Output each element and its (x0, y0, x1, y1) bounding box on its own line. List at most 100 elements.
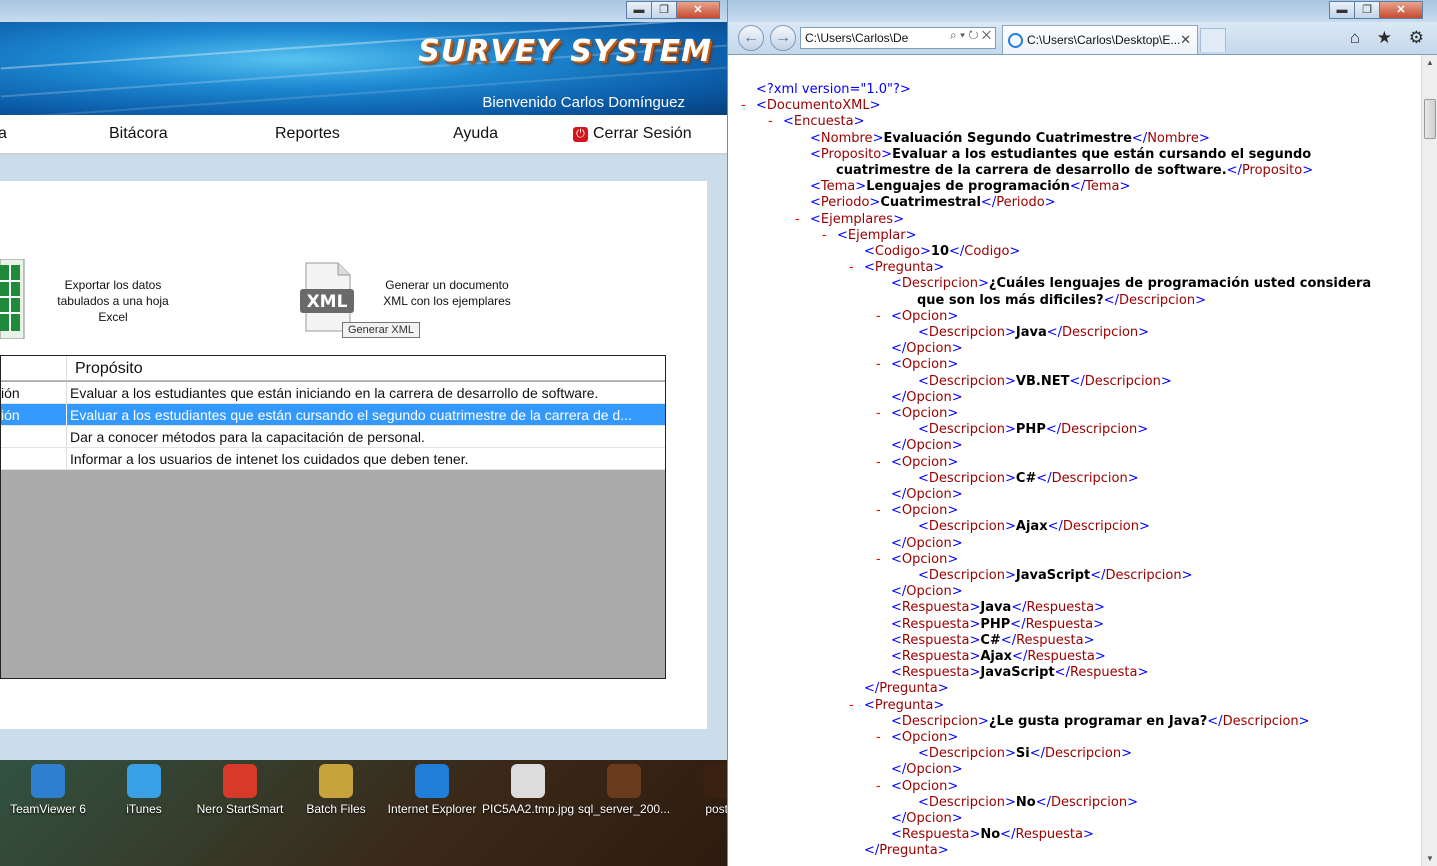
desktop-app-icon (607, 764, 641, 798)
desktop-app-icon (31, 764, 65, 798)
xml-export-label[interactable]: Generar un documento XML con los ejempla… (376, 277, 518, 309)
cell-nombre: ión (1, 385, 20, 401)
desktop-icon-label: Internet Explorer (387, 802, 477, 816)
menu-item-bitacora[interactable]: Bitácora (109, 125, 168, 143)
xml-line: <Opcion> (891, 357, 959, 373)
xml-line: <Pregunta> (864, 697, 945, 713)
menu-item-encuesta[interactable]: a (0, 125, 7, 143)
collapse-toggle-icon[interactable]: - (876, 309, 881, 325)
new-tab-button[interactable] (1200, 28, 1226, 52)
collapse-toggle-icon[interactable]: - (876, 552, 881, 568)
xml-line: <Respuesta>PHP</Respuesta> (891, 616, 1105, 632)
scroll-down-icon[interactable]: ▼ (1422, 851, 1437, 866)
welcome-text: Bienvenido Carlos Domínguez (482, 94, 685, 111)
desktop-icon[interactable]: sql_server_200... (578, 762, 670, 822)
maximize-button[interactable]: ❐ (651, 1, 677, 19)
content-panel: Exportar los datos tabulados a una hoja … (0, 181, 707, 729)
collapse-toggle-icon[interactable]: - (741, 98, 746, 114)
desktop-icon[interactable]: TeamViewer 6 (2, 762, 94, 822)
address-bar[interactable]: C:\Users\Carlos\De ⌕ ▾ ↻ ✕ (800, 27, 996, 49)
collapse-toggle-icon[interactable]: - (822, 228, 827, 244)
table-row[interactable]: Informar a los usuarios de intenet los c… (1, 448, 665, 470)
cell-proposito: Evaluar a los estudiantes que están inic… (70, 385, 599, 401)
xml-line: <Descripcion>Java</Descripcion> (918, 325, 1150, 340)
vertical-scrollbar[interactable]: ▲ ▼ (1421, 55, 1437, 866)
column-header-proposito[interactable]: Propósito (75, 360, 143, 378)
collapse-toggle-icon[interactable]: - (768, 114, 773, 130)
collapse-toggle-icon[interactable]: - (876, 406, 881, 422)
collapse-toggle-icon[interactable]: - (849, 698, 854, 714)
collapse-toggle-icon[interactable]: - (876, 730, 881, 746)
menu-item-logout[interactable]: ⏻ Cerrar Sesión (573, 125, 692, 143)
xml-line: </Opcion> (891, 389, 963, 405)
xml-line: </Opcion> (891, 341, 963, 357)
browser-minimize-button[interactable]: ▬ (1329, 1, 1355, 19)
desktop-icon[interactable]: Batch Files (290, 762, 382, 822)
xml-line: </Opcion> (891, 438, 963, 454)
collapse-toggle-icon[interactable]: - (795, 212, 800, 228)
back-arrow-icon[interactable]: ← (738, 25, 764, 51)
forward-arrow-icon[interactable]: → (770, 25, 796, 51)
table-row[interactable]: ión Evaluar a los estudiantes que están c… (1, 404, 665, 426)
menu-bar: a Bitácora Reportes Ayuda ⏻ Cerrar Sesión (0, 115, 730, 155)
xml-line: <Opcion> (891, 308, 959, 324)
close-button[interactable]: ✕ (676, 1, 720, 19)
xml-line: <Codigo>10</Codigo> (864, 244, 1021, 259)
xml-line: <Opcion> (891, 406, 959, 421)
table-row[interactable]: ión Evaluar a los estudiantes que están i… (1, 382, 665, 404)
desktop-icon[interactable]: iTunes (98, 762, 190, 822)
minimize-button[interactable]: ▬ (626, 1, 652, 19)
app-title: SURVEY SYSTEM (418, 34, 712, 69)
desktop-icon[interactable]: Nero StartSmart (194, 762, 286, 822)
scroll-up-icon[interactable]: ▲ (1422, 55, 1437, 71)
desktop-icon[interactable]: PIC5AA2.tmp.jpg (482, 762, 574, 822)
xml-line: <Ejemplar> (837, 227, 917, 243)
collapse-toggle-icon[interactable]: - (876, 357, 881, 373)
app-titlebar[interactable]: ▬ ❐ ✕ (0, 0, 738, 22)
xml-line: <Respuesta>Java</Respuesta> (891, 600, 1105, 616)
xml-line: <Ejemplares> (810, 211, 904, 227)
browser-tab[interactable]: C:\Users\Carlos\Desktop\E... ✕ (1002, 25, 1198, 54)
xml-line: <Descripcion>JavaScript</Descripcion> (918, 568, 1193, 583)
cell-nombre: ión (1, 407, 20, 423)
xml-line: que son los más dificiles?</Descripcion> (917, 292, 1206, 308)
content-white-area: Exportar los datos tabulados a una hoja … (0, 181, 707, 729)
xml-line: <Opcion> (891, 454, 959, 470)
xml-line: </Pregunta> (864, 681, 949, 697)
xml-line: <Encuesta> (783, 114, 865, 130)
browser-toolbar-icons[interactable]: ⌂ ★ ⚙ (1350, 28, 1430, 48)
desktop-app-icon (127, 764, 161, 798)
cell-proposito: Dar a conocer métodos para la capacitaci… (70, 429, 425, 445)
address-text: C:\Users\Carlos\De (805, 31, 909, 45)
menu-item-reportes[interactable]: Reportes (275, 125, 340, 143)
menu-item-ayuda[interactable]: Ayuda (453, 125, 498, 143)
desktop-icon-label: iTunes (126, 802, 162, 816)
excel-export-label[interactable]: Exportar los datos tabulados a una hoja … (48, 277, 178, 325)
tab-title: C:\Users\Carlos\Desktop\E... (1027, 33, 1181, 47)
address-bar-tools-icon[interactable]: ⌕ ▾ ↻ ✕ (946, 28, 991, 43)
collapse-toggle-icon[interactable]: - (876, 779, 881, 795)
tab-close-icon[interactable]: ✕ (1180, 32, 1191, 48)
collapse-toggle-icon[interactable]: - (849, 260, 854, 276)
xml-line: </Pregunta> (864, 843, 949, 859)
collapse-toggle-icon[interactable]: - (876, 503, 881, 519)
xml-line: <Pregunta> (864, 260, 945, 276)
scroll-thumb[interactable] (1424, 99, 1436, 139)
table-header: Propósito (1, 356, 665, 381)
table-row[interactable]: Dar a conocer métodos para la capacitaci… (1, 426, 665, 448)
browser-maximize-button[interactable]: ❐ (1354, 1, 1380, 19)
xml-line: <Opcion> (891, 503, 959, 519)
xml-line: <Descripcion>C#</Descripcion> (918, 470, 1139, 486)
collapse-toggle-icon[interactable]: - (876, 455, 881, 471)
browser-titlebar[interactable]: ▬ ❐ ✕ (728, 0, 1437, 22)
browser-close-button[interactable]: ✕ (1379, 1, 1423, 19)
desktop-icon[interactable]: Internet Explorer (386, 762, 478, 822)
desktop-app-icon (319, 764, 353, 798)
xml-line: <Respuesta>Ajax</Respuesta> (891, 649, 1106, 664)
desktop-icon-label: Nero StartSmart (196, 802, 284, 816)
excel-export-icon[interactable] (0, 258, 26, 340)
xml-line: <Descripcion>PHP</Descripcion> (918, 422, 1149, 438)
xml-line: <DocumentoXML> (756, 98, 881, 114)
xml-line: </Opcion> (891, 584, 963, 600)
logout-label: Cerrar Sesión (593, 125, 692, 142)
